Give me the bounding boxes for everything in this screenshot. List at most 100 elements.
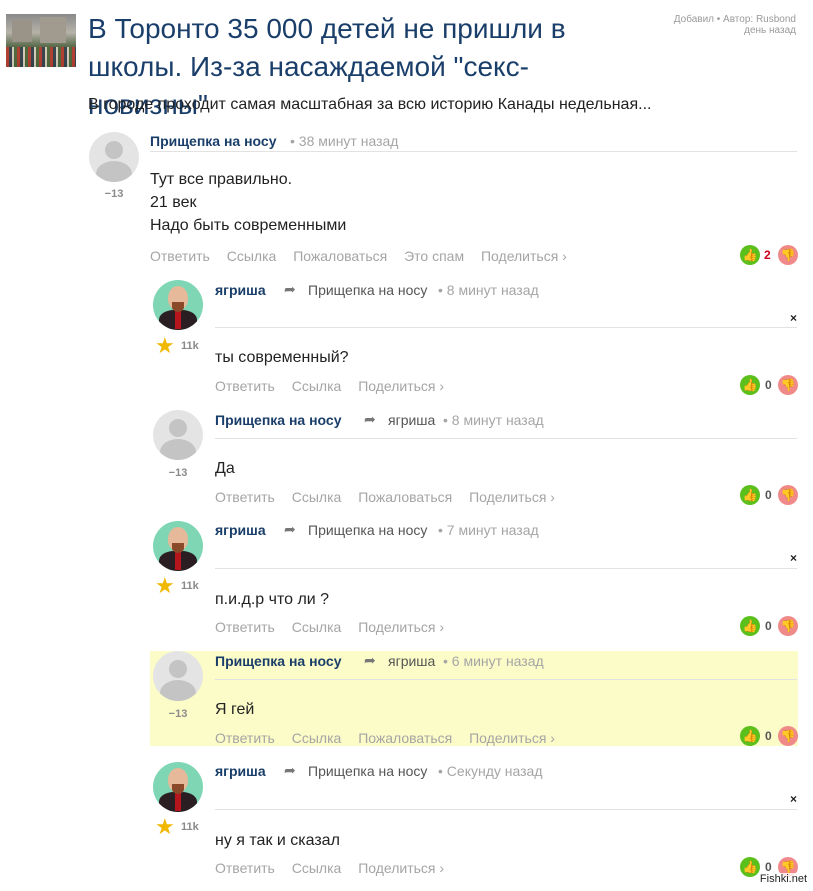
reply-target[interactable]: Прищепка на носу <box>308 522 427 538</box>
link-button[interactable]: Ссылка <box>292 619 342 635</box>
user-score: −13 <box>104 188 124 200</box>
reply-button[interactable]: Ответить <box>215 378 275 394</box>
vote-count: 0 <box>765 619 772 633</box>
reply-target[interactable]: Прищепка на носу <box>308 763 427 779</box>
avatar[interactable] <box>153 280 203 330</box>
thumbs-down-icon[interactable]: 👎 <box>778 375 798 395</box>
thumbs-up-icon[interactable]: 👍 <box>740 245 760 265</box>
article-lead: В городе проходит самая масштабная за вс… <box>88 96 652 113</box>
thumbnail-building <box>12 20 32 42</box>
comment-author[interactable]: Прищепка на носу <box>215 653 342 669</box>
divider <box>215 438 797 439</box>
reply-button[interactable]: Ответить <box>150 248 210 264</box>
avatar[interactable] <box>153 762 203 812</box>
comment-time[interactable]: • 6 минут назад <box>443 653 544 669</box>
thumbs-down-icon[interactable]: 👎 <box>778 245 798 265</box>
reply-button[interactable]: Ответить <box>215 619 275 635</box>
reply-target[interactable]: ягриша <box>388 412 435 428</box>
reply-arrow-icon: ➦ <box>364 652 376 668</box>
user-rank: 11k <box>181 821 199 833</box>
comment-text: Да <box>215 460 235 477</box>
avatar[interactable] <box>89 132 139 182</box>
divider <box>215 568 797 569</box>
reply-arrow-icon: ➦ <box>284 521 296 537</box>
vote-count: 0 <box>765 860 772 874</box>
article-meta: Добавил • Автор: Rusbond день назад <box>674 14 796 36</box>
posted-time: день назад <box>744 25 796 36</box>
user-score: −13 <box>168 708 188 720</box>
vote-count: 0 <box>765 729 772 743</box>
thumbs-up-icon[interactable]: 👍 <box>740 857 760 877</box>
thumbs-down-icon[interactable]: 👎 <box>778 726 798 746</box>
vote-count: 0 <box>765 378 772 392</box>
avatar[interactable] <box>153 410 203 460</box>
reply-button[interactable]: Ответить <box>215 489 275 505</box>
reply-target[interactable]: ягриша <box>388 653 435 669</box>
comment-actions: Ответить Ссылка Поделиться › <box>215 619 457 635</box>
reply-target[interactable]: Прищепка на носу <box>308 282 427 298</box>
comment-author[interactable]: Прищепка на носу <box>150 133 277 149</box>
comment-actions: Ответить Ссылка Поделиться › <box>215 378 457 394</box>
close-icon[interactable]: × <box>790 792 797 806</box>
reply-arrow-icon: ➦ <box>364 411 376 427</box>
comment-author[interactable]: ягриша <box>215 522 266 538</box>
avatar[interactable] <box>153 651 203 701</box>
star-icon: ★ <box>155 333 175 358</box>
comment-author[interactable]: ягриша <box>215 763 266 779</box>
vote-count: 2 <box>764 248 771 262</box>
user-rank: 11k <box>181 340 199 352</box>
article-thumbnail[interactable] <box>6 14 76 67</box>
thumbs-up-icon[interactable]: 👍 <box>740 726 760 746</box>
comment-time[interactable]: • 38 минут назад <box>290 133 398 149</box>
vote-count: 0 <box>765 488 772 502</box>
comment-actions: Ответить Ссылка Пожаловаться Поделиться … <box>215 730 568 746</box>
link-button[interactable]: Ссылка <box>292 489 342 505</box>
thumbnail-crowd <box>6 47 76 67</box>
report-button[interactable]: Пожаловаться <box>358 489 452 505</box>
share-button[interactable]: Поделиться › <box>358 378 444 394</box>
user-score: −13 <box>168 467 188 479</box>
comment-author[interactable]: Прищепка на носу <box>215 412 342 428</box>
link-button[interactable]: Ссылка <box>292 860 342 876</box>
comment-actions: Ответить Ссылка Пожаловаться Это спам По… <box>150 248 580 264</box>
comment-text: ну я так и сказал <box>215 832 340 849</box>
link-button[interactable]: Ссылка <box>292 730 342 746</box>
comment-actions: Ответить Ссылка Поделиться › <box>215 860 457 876</box>
star-icon: ★ <box>155 573 175 598</box>
close-icon[interactable]: × <box>790 311 797 325</box>
report-button[interactable]: Пожаловаться <box>293 248 387 264</box>
star-icon: ★ <box>155 814 175 839</box>
share-button[interactable]: Поделиться › <box>358 860 444 876</box>
reply-button[interactable]: Ответить <box>215 730 275 746</box>
divider <box>215 679 797 680</box>
close-icon[interactable]: × <box>790 551 797 565</box>
comment-author[interactable]: ягриша <box>215 282 266 298</box>
reply-arrow-icon: ➦ <box>284 762 296 778</box>
divider <box>215 327 797 328</box>
thumbs-down-icon[interactable]: 👎 <box>778 485 798 505</box>
thumbs-up-icon[interactable]: 👍 <box>740 375 760 395</box>
link-button[interactable]: Ссылка <box>292 378 342 394</box>
share-button[interactable]: Поделиться › <box>469 489 555 505</box>
thumbnail-building <box>40 17 66 43</box>
comment-time[interactable]: • 7 минут назад <box>438 522 539 538</box>
comment-text: ты современный? <box>215 349 349 366</box>
comment-text: п.и.д.р что ли ? <box>215 591 330 608</box>
report-button[interactable]: Пожаловаться <box>358 730 452 746</box>
watermark: Fishki.net <box>759 873 807 885</box>
thumbs-down-icon[interactable]: 👎 <box>778 616 798 636</box>
thumbs-up-icon[interactable]: 👍 <box>740 616 760 636</box>
comment-time[interactable]: • Секунду назад <box>438 763 543 779</box>
comment-time[interactable]: • 8 минут назад <box>438 282 539 298</box>
link-button[interactable]: Ссылка <box>227 248 277 264</box>
spam-button[interactable]: Это спам <box>404 248 464 264</box>
divider <box>150 151 797 152</box>
reply-button[interactable]: Ответить <box>215 860 275 876</box>
share-button[interactable]: Поделиться › <box>481 248 567 264</box>
reply-arrow-icon: ➦ <box>284 281 296 297</box>
avatar[interactable] <box>153 521 203 571</box>
thumbs-up-icon[interactable]: 👍 <box>740 485 760 505</box>
share-button[interactable]: Поделиться › <box>469 730 555 746</box>
comment-time[interactable]: • 8 минут назад <box>443 412 544 428</box>
share-button[interactable]: Поделиться › <box>358 619 444 635</box>
